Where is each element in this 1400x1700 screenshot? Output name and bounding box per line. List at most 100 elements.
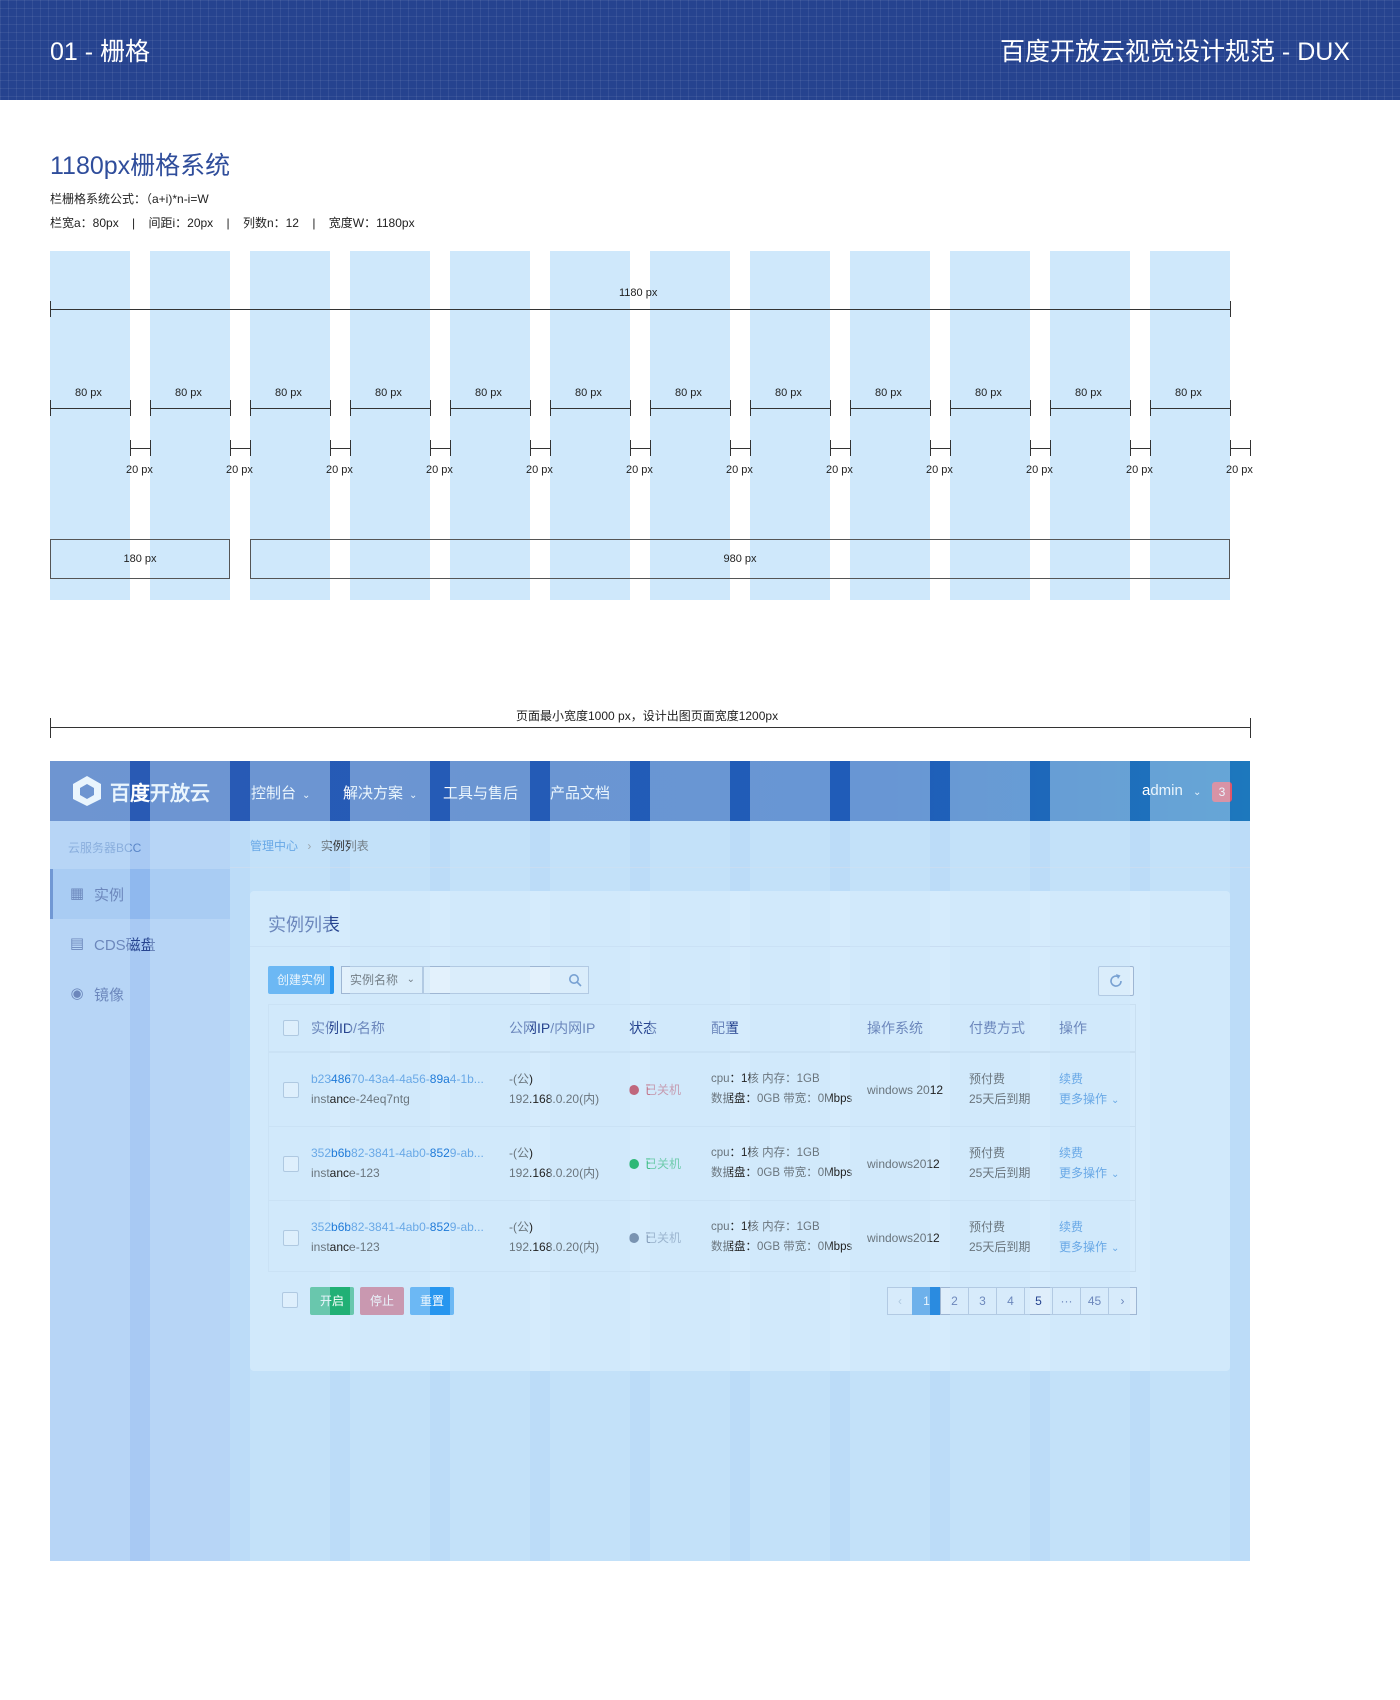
sidebar-item-label: 实例: [94, 886, 125, 904]
column-width-label: 80 px: [175, 387, 202, 399]
nav-item[interactable]: 控制台 ⌄: [251, 782, 310, 803]
renew-link[interactable]: 续费: [1059, 1217, 1119, 1237]
page-button[interactable]: 2: [940, 1287, 969, 1315]
more-actions-label: 更多操作: [1059, 1092, 1108, 1106]
brand-logo[interactable]: 百度开放云: [70, 773, 210, 809]
row-checkbox[interactable]: [283, 1230, 299, 1246]
column-width-line: [950, 408, 1030, 409]
create-instance-button[interactable]: 创建实例: [268, 966, 334, 994]
breadcrumb-parent[interactable]: 管理中心: [250, 839, 298, 853]
next-page-button[interactable]: ›: [1108, 1287, 1137, 1315]
column-width-tick: [50, 400, 51, 416]
nav-item-label: 产品文档: [550, 785, 611, 802]
more-actions-link[interactable]: 更多操作 ⌄: [1059, 1089, 1119, 1111]
nav-item[interactable]: 产品文档: [550, 782, 610, 803]
instance-id-link[interactable]: b2348670-43a4-4a56-89a4-1b...: [311, 1069, 484, 1089]
more-actions-link[interactable]: 更多操作 ⌄: [1059, 1163, 1119, 1185]
nav-item[interactable]: 工具与售后: [443, 782, 518, 803]
payment-cell: 预付费 25天后到期: [969, 1069, 1030, 1109]
search-field-select[interactable]: 实例名称 ⌄: [341, 966, 423, 994]
page-button[interactable]: 3: [968, 1287, 997, 1315]
row-checkbox[interactable]: [283, 1082, 299, 1098]
instance-id-link[interactable]: 352b6b82-3841-4ab0-8529-ab...: [311, 1143, 484, 1163]
column-width-label: 80 px: [675, 387, 702, 399]
more-actions-link[interactable]: 更多操作 ⌄: [1059, 1237, 1119, 1259]
bulk-select-checkbox[interactable]: [282, 1292, 298, 1308]
nav-item[interactable]: 解决方案 ⌄: [343, 782, 417, 803]
cube-logo-icon: [73, 776, 101, 806]
chevron-down-icon: ⌄: [406, 974, 415, 985]
sidebar-item-label: 镜像: [94, 986, 125, 1004]
payment-type: 预付费: [969, 1146, 1006, 1160]
gutter-width-label: 20 px: [1226, 464, 1253, 476]
page-button[interactable]: 5: [1024, 1287, 1053, 1315]
renew-link[interactable]: 续费: [1059, 1069, 1119, 1089]
nav-item-label: 工具与售后: [443, 785, 519, 802]
config-disk: 数据盘：0GB 带宽：0Mbps: [711, 1241, 853, 1253]
column-width-tick: [950, 400, 951, 416]
instance-name: instance-123: [311, 1240, 380, 1254]
gutter-width-label: 20 px: [126, 464, 153, 476]
sidebar-width-box: 180 px: [50, 539, 230, 579]
expiry-text: 25天后到期: [969, 1166, 1031, 1180]
column-width-tick: [430, 400, 431, 416]
nav-item-label: 解决方案: [343, 785, 404, 802]
notification-badge[interactable]: 3: [1212, 782, 1232, 802]
gutter-width-label: 20 px: [1126, 464, 1153, 476]
page-button[interactable]: 4: [996, 1287, 1025, 1315]
breadcrumb-divider: [230, 867, 1250, 868]
refresh-button[interactable]: [1098, 966, 1134, 996]
gutter-width-tick: [650, 440, 651, 456]
private-ip: 192.168.0.20(内): [509, 1240, 600, 1254]
column-width-label: 80 px: [475, 387, 502, 399]
config-cell: cpu：1核 内存：1GB 数据盘：0GB 带宽：0Mbps: [711, 1143, 852, 1183]
page-button[interactable]: 45: [1080, 1287, 1109, 1315]
search-input[interactable]: [423, 966, 589, 994]
public-ip: -(公): [509, 1220, 533, 1234]
search-icon[interactable]: [568, 973, 582, 987]
table-row: 352b6b82-3841-4ab0-8529-ab... instance-12…: [269, 1200, 1135, 1274]
stop-button[interactable]: 停止: [360, 1287, 404, 1315]
column-width-tick: [1150, 400, 1151, 416]
gutter-width-label: 20 px: [426, 464, 453, 476]
column-width-label: 80 px: [275, 387, 302, 399]
panel-divider: [250, 946, 1230, 947]
config-disk: 数据盘：0GB 带宽：0Mbps: [711, 1167, 853, 1179]
gutter-width-line: [830, 448, 850, 449]
gutter-width-line: [630, 448, 650, 449]
chevron-right-icon: ›: [307, 839, 312, 853]
start-button[interactable]: 开启: [310, 1287, 354, 1315]
chevron-down-icon: ⌄: [1111, 1243, 1120, 1254]
page-button[interactable]: 1: [912, 1287, 941, 1315]
gutter-width-line: [1230, 448, 1250, 449]
public-ip: -(公): [509, 1146, 533, 1160]
gutter-width-line: [530, 448, 550, 449]
config-disk: 数据盘：0GB 带宽：0Mbps: [711, 1093, 853, 1105]
renew-link[interactable]: 续费: [1059, 1143, 1119, 1163]
column-width-tick: [550, 400, 551, 416]
user-menu[interactable]: admin ⌄: [1142, 782, 1201, 799]
table-header-cell: 配置: [711, 1020, 739, 1036]
reset-button[interactable]: 重置: [410, 1287, 454, 1315]
column-width-tick: [230, 400, 231, 416]
sidebar-item[interactable]: ▦ 实例: [50, 869, 230, 919]
sidebar-item[interactable]: ▤ CDS磁盘: [50, 919, 230, 969]
prev-page-button[interactable]: ‹: [887, 1287, 913, 1315]
column-width-label: 80 px: [875, 387, 902, 399]
instance-table: 实例ID/名称 公网IP/内网IP 状态 配置 操作系统 付费方式 操作 b2348670-…: [268, 1004, 1136, 1272]
table-row: b2348670-43a4-4a56-89a4-1b... instance-24…: [269, 1052, 1135, 1126]
gutter-width-tick: [430, 440, 431, 456]
gutter-width-tick: [830, 440, 831, 456]
sidebar-item[interactable]: ◉ 镜像: [50, 969, 230, 1019]
select-all-checkbox[interactable]: [283, 1020, 299, 1036]
top-nav: 百度开放云 控制台 ⌄ 解决方案 ⌄ 工具与售后 产品文档 admin ⌄ 3: [50, 761, 1250, 821]
gutter-width-tick: [330, 440, 331, 456]
payment-type: 预付费: [969, 1072, 1006, 1086]
instance-id-link[interactable]: 352b6b82-3841-4ab0-8529-ab...: [311, 1217, 484, 1237]
instance-name: instance-24eq7ntg: [311, 1092, 410, 1106]
row-checkbox[interactable]: [283, 1156, 299, 1172]
nav-item-label: 控制台: [251, 785, 297, 802]
refresh-icon: [1110, 974, 1122, 987]
page-width-tick-right: [1250, 718, 1251, 738]
column-width-tick: [850, 400, 851, 416]
